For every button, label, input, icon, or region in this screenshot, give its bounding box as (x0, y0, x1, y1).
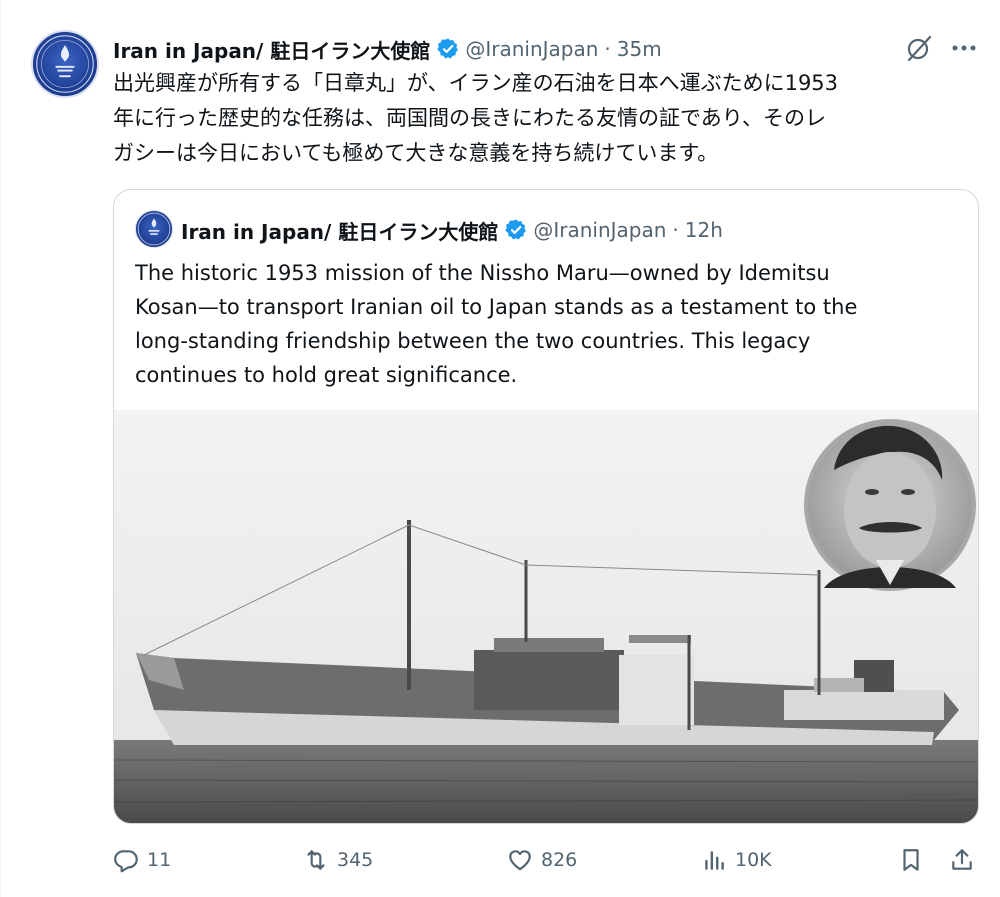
author-avatar[interactable] (31, 30, 99, 98)
views-button[interactable]: 10K (701, 838, 772, 882)
like-button[interactable]: 826 (507, 838, 577, 882)
author-handle[interactable]: @IraninJapan (465, 37, 598, 61)
quoted-tweet-photo[interactable] (114, 410, 978, 823)
reply-button[interactable]: 11 (113, 838, 171, 882)
author-name[interactable]: Iran in Japan/ 駐日イラン大使館 (113, 35, 430, 64)
retweet-count: 345 (337, 849, 374, 871)
like-count: 826 (541, 849, 578, 871)
tweet-body-line: 年に行った歴史的な任務は、両国間の長きにわたる友情の証であり、そのレ (113, 106, 826, 130)
grok-icon[interactable] (904, 33, 934, 63)
quoted-body-line: Kosan—to transport Iranian oil to Japan … (135, 295, 858, 319)
share-button[interactable] (949, 838, 983, 882)
quoted-author-avatar[interactable] (135, 210, 173, 248)
tweet-timestamp[interactable]: 35m (617, 37, 662, 61)
quoted-tweet-body: The historic 1953 mission of the Nissho … (135, 256, 965, 392)
quoted-tweet-header: Iran in Japan/ 駐日イラン大使館 @IraninJapan · 1… (181, 212, 723, 248)
tweet-body: 出光興産が所有する「日章丸」が、イラン産の石油を日本へ運ぶために1953 年に行… (113, 66, 983, 171)
heart-icon (507, 847, 533, 873)
bookmark-button[interactable] (898, 838, 932, 882)
verified-badge-icon (504, 218, 528, 242)
quoted-body-line: continues to hold great significance. (135, 363, 518, 387)
tweet-card[interactable]: Iran in Japan/ 駐日イラン大使館 @IraninJapan · 3… (0, 0, 1000, 897)
header-separator: · (672, 218, 679, 242)
more-icon[interactable] (947, 33, 981, 63)
bookmark-icon (898, 847, 924, 873)
tweet-body-line: 出光興産が所有する「日章丸」が、イラン産の石油を日本へ運ぶために1953 (113, 71, 839, 95)
quoted-body-line: long-standing friendship between the two… (135, 329, 811, 353)
retweet-icon (303, 847, 329, 873)
quoted-tweet-timestamp: 12h (684, 218, 723, 242)
views-chart-icon (701, 847, 727, 873)
quoted-author-name[interactable]: Iran in Japan/ 駐日イラン大使館 (181, 216, 498, 245)
header-separator: · (604, 37, 611, 61)
tweet-actions-bar: 11 345 826 10K (1, 838, 1000, 882)
retweet-button[interactable]: 345 (303, 838, 373, 882)
share-icon (949, 847, 975, 873)
tweet-body-line: ガシーは今日においても極めて大きな意義を持ち続けています。 (113, 141, 719, 165)
reply-icon (113, 847, 139, 873)
quoted-author-handle: @IraninJapan (533, 218, 667, 242)
tweet-header: Iran in Japan/ 駐日イラン大使館 @IraninJapan · 3… (113, 32, 662, 66)
views-count: 10K (735, 849, 772, 871)
reply-count: 11 (147, 849, 172, 871)
verified-badge-icon[interactable] (436, 37, 460, 61)
quoted-body-line: The historic 1953 mission of the Nissho … (135, 261, 830, 285)
